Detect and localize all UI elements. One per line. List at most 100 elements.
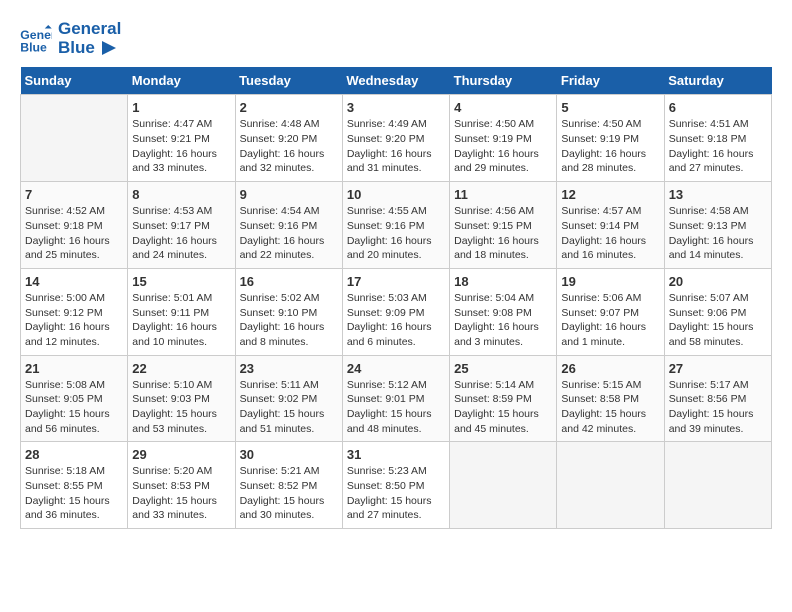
day-info: Sunrise: 4:58 AMSunset: 9:13 PMDaylight:… xyxy=(669,204,767,263)
day-number: 21 xyxy=(25,361,123,376)
day-info: Sunrise: 4:54 AMSunset: 9:16 PMDaylight:… xyxy=(240,204,338,263)
day-info: Sunrise: 5:20 AMSunset: 8:53 PMDaylight:… xyxy=(132,464,230,523)
day-number: 22 xyxy=(132,361,230,376)
svg-text:Blue: Blue xyxy=(20,40,47,53)
calendar-cell: 19 Sunrise: 5:06 AMSunset: 9:07 PMDaylig… xyxy=(557,268,664,355)
calendar-cell: 6 Sunrise: 4:51 AMSunset: 9:18 PMDayligh… xyxy=(664,95,771,182)
day-number: 2 xyxy=(240,100,338,115)
day-info: Sunrise: 5:12 AMSunset: 9:01 PMDaylight:… xyxy=(347,378,445,437)
day-info: Sunrise: 4:53 AMSunset: 9:17 PMDaylight:… xyxy=(132,204,230,263)
day-info: Sunrise: 4:51 AMSunset: 9:18 PMDaylight:… xyxy=(669,117,767,176)
day-number: 7 xyxy=(25,187,123,202)
day-info: Sunrise: 5:23 AMSunset: 8:50 PMDaylight:… xyxy=(347,464,445,523)
calendar-cell: 27 Sunrise: 5:17 AMSunset: 8:56 PMDaylig… xyxy=(664,355,771,442)
day-info: Sunrise: 4:52 AMSunset: 9:18 PMDaylight:… xyxy=(25,204,123,263)
calendar-cell: 21 Sunrise: 5:08 AMSunset: 9:05 PMDaylig… xyxy=(21,355,128,442)
week-row-4: 21 Sunrise: 5:08 AMSunset: 9:05 PMDaylig… xyxy=(21,355,772,442)
calendar-cell: 24 Sunrise: 5:12 AMSunset: 9:01 PMDaylig… xyxy=(342,355,449,442)
day-number: 14 xyxy=(25,274,123,289)
day-info: Sunrise: 4:56 AMSunset: 9:15 PMDaylight:… xyxy=(454,204,552,263)
day-number: 20 xyxy=(669,274,767,289)
calendar-cell: 12 Sunrise: 4:57 AMSunset: 9:14 PMDaylig… xyxy=(557,182,664,269)
day-number: 16 xyxy=(240,274,338,289)
calendar-cell: 14 Sunrise: 5:00 AMSunset: 9:12 PMDaylig… xyxy=(21,268,128,355)
day-info: Sunrise: 5:21 AMSunset: 8:52 PMDaylight:… xyxy=(240,464,338,523)
calendar-cell: 5 Sunrise: 4:50 AMSunset: 9:19 PMDayligh… xyxy=(557,95,664,182)
calendar-cell: 3 Sunrise: 4:49 AMSunset: 9:20 PMDayligh… xyxy=(342,95,449,182)
header-saturday: Saturday xyxy=(664,67,771,95)
calendar-table: SundayMondayTuesdayWednesdayThursdayFrid… xyxy=(20,67,772,529)
calendar-cell: 4 Sunrise: 4:50 AMSunset: 9:19 PMDayligh… xyxy=(450,95,557,182)
header-wednesday: Wednesday xyxy=(342,67,449,95)
day-number: 12 xyxy=(561,187,659,202)
calendar-cell: 30 Sunrise: 5:21 AMSunset: 8:52 PMDaylig… xyxy=(235,442,342,529)
day-number: 13 xyxy=(669,187,767,202)
day-info: Sunrise: 5:00 AMSunset: 9:12 PMDaylight:… xyxy=(25,291,123,350)
day-info: Sunrise: 5:11 AMSunset: 9:02 PMDaylight:… xyxy=(240,378,338,437)
day-number: 29 xyxy=(132,447,230,462)
header-tuesday: Tuesday xyxy=(235,67,342,95)
day-info: Sunrise: 5:08 AMSunset: 9:05 PMDaylight:… xyxy=(25,378,123,437)
calendar-cell: 11 Sunrise: 4:56 AMSunset: 9:15 PMDaylig… xyxy=(450,182,557,269)
day-info: Sunrise: 4:48 AMSunset: 9:20 PMDaylight:… xyxy=(240,117,338,176)
header-thursday: Thursday xyxy=(450,67,557,95)
day-number: 9 xyxy=(240,187,338,202)
day-info: Sunrise: 5:01 AMSunset: 9:11 PMDaylight:… xyxy=(132,291,230,350)
day-info: Sunrise: 4:57 AMSunset: 9:14 PMDaylight:… xyxy=(561,204,659,263)
day-number: 1 xyxy=(132,100,230,115)
logo: General Blue General Blue xyxy=(20,20,121,57)
calendar-cell: 13 Sunrise: 4:58 AMSunset: 9:13 PMDaylig… xyxy=(664,182,771,269)
calendar-cell: 9 Sunrise: 4:54 AMSunset: 9:16 PMDayligh… xyxy=(235,182,342,269)
day-number: 17 xyxy=(347,274,445,289)
calendar-cell: 7 Sunrise: 4:52 AMSunset: 9:18 PMDayligh… xyxy=(21,182,128,269)
day-info: Sunrise: 5:14 AMSunset: 8:59 PMDaylight:… xyxy=(454,378,552,437)
week-row-3: 14 Sunrise: 5:00 AMSunset: 9:12 PMDaylig… xyxy=(21,268,772,355)
day-number: 28 xyxy=(25,447,123,462)
calendar-cell: 26 Sunrise: 5:15 AMSunset: 8:58 PMDaylig… xyxy=(557,355,664,442)
header-friday: Friday xyxy=(557,67,664,95)
header-sunday: Sunday xyxy=(21,67,128,95)
day-number: 24 xyxy=(347,361,445,376)
day-number: 5 xyxy=(561,100,659,115)
header-monday: Monday xyxy=(128,67,235,95)
calendar-cell xyxy=(450,442,557,529)
logo-icon: General Blue xyxy=(20,25,52,53)
day-number: 19 xyxy=(561,274,659,289)
day-number: 31 xyxy=(347,447,445,462)
logo-blue: Blue xyxy=(58,39,121,58)
day-info: Sunrise: 4:50 AMSunset: 9:19 PMDaylight:… xyxy=(454,117,552,176)
day-number: 15 xyxy=(132,274,230,289)
day-info: Sunrise: 4:47 AMSunset: 9:21 PMDaylight:… xyxy=(132,117,230,176)
day-info: Sunrise: 4:55 AMSunset: 9:16 PMDaylight:… xyxy=(347,204,445,263)
day-number: 4 xyxy=(454,100,552,115)
calendar-cell: 16 Sunrise: 5:02 AMSunset: 9:10 PMDaylig… xyxy=(235,268,342,355)
calendar-cell: 1 Sunrise: 4:47 AMSunset: 9:21 PMDayligh… xyxy=(128,95,235,182)
calendar-cell: 2 Sunrise: 4:48 AMSunset: 9:20 PMDayligh… xyxy=(235,95,342,182)
calendar-cell xyxy=(664,442,771,529)
day-number: 25 xyxy=(454,361,552,376)
day-number: 23 xyxy=(240,361,338,376)
day-number: 8 xyxy=(132,187,230,202)
day-info: Sunrise: 4:50 AMSunset: 9:19 PMDaylight:… xyxy=(561,117,659,176)
calendar-cell: 20 Sunrise: 5:07 AMSunset: 9:06 PMDaylig… xyxy=(664,268,771,355)
calendar-cell: 17 Sunrise: 5:03 AMSunset: 9:09 PMDaylig… xyxy=(342,268,449,355)
calendar-cell: 23 Sunrise: 5:11 AMSunset: 9:02 PMDaylig… xyxy=(235,355,342,442)
logo-arrow-icon xyxy=(102,41,116,55)
calendar-cell: 22 Sunrise: 5:10 AMSunset: 9:03 PMDaylig… xyxy=(128,355,235,442)
day-number: 3 xyxy=(347,100,445,115)
calendar-cell: 25 Sunrise: 5:14 AMSunset: 8:59 PMDaylig… xyxy=(450,355,557,442)
calendar-cell: 18 Sunrise: 5:04 AMSunset: 9:08 PMDaylig… xyxy=(450,268,557,355)
day-info: Sunrise: 5:03 AMSunset: 9:09 PMDaylight:… xyxy=(347,291,445,350)
day-info: Sunrise: 5:18 AMSunset: 8:55 PMDaylight:… xyxy=(25,464,123,523)
day-info: Sunrise: 5:15 AMSunset: 8:58 PMDaylight:… xyxy=(561,378,659,437)
day-info: Sunrise: 5:04 AMSunset: 9:08 PMDaylight:… xyxy=(454,291,552,350)
week-row-1: 1 Sunrise: 4:47 AMSunset: 9:21 PMDayligh… xyxy=(21,95,772,182)
day-number: 26 xyxy=(561,361,659,376)
day-number: 30 xyxy=(240,447,338,462)
calendar-cell: 28 Sunrise: 5:18 AMSunset: 8:55 PMDaylig… xyxy=(21,442,128,529)
day-info: Sunrise: 5:10 AMSunset: 9:03 PMDaylight:… xyxy=(132,378,230,437)
calendar-cell: 15 Sunrise: 5:01 AMSunset: 9:11 PMDaylig… xyxy=(128,268,235,355)
day-info: Sunrise: 5:06 AMSunset: 9:07 PMDaylight:… xyxy=(561,291,659,350)
calendar-cell xyxy=(557,442,664,529)
week-row-2: 7 Sunrise: 4:52 AMSunset: 9:18 PMDayligh… xyxy=(21,182,772,269)
